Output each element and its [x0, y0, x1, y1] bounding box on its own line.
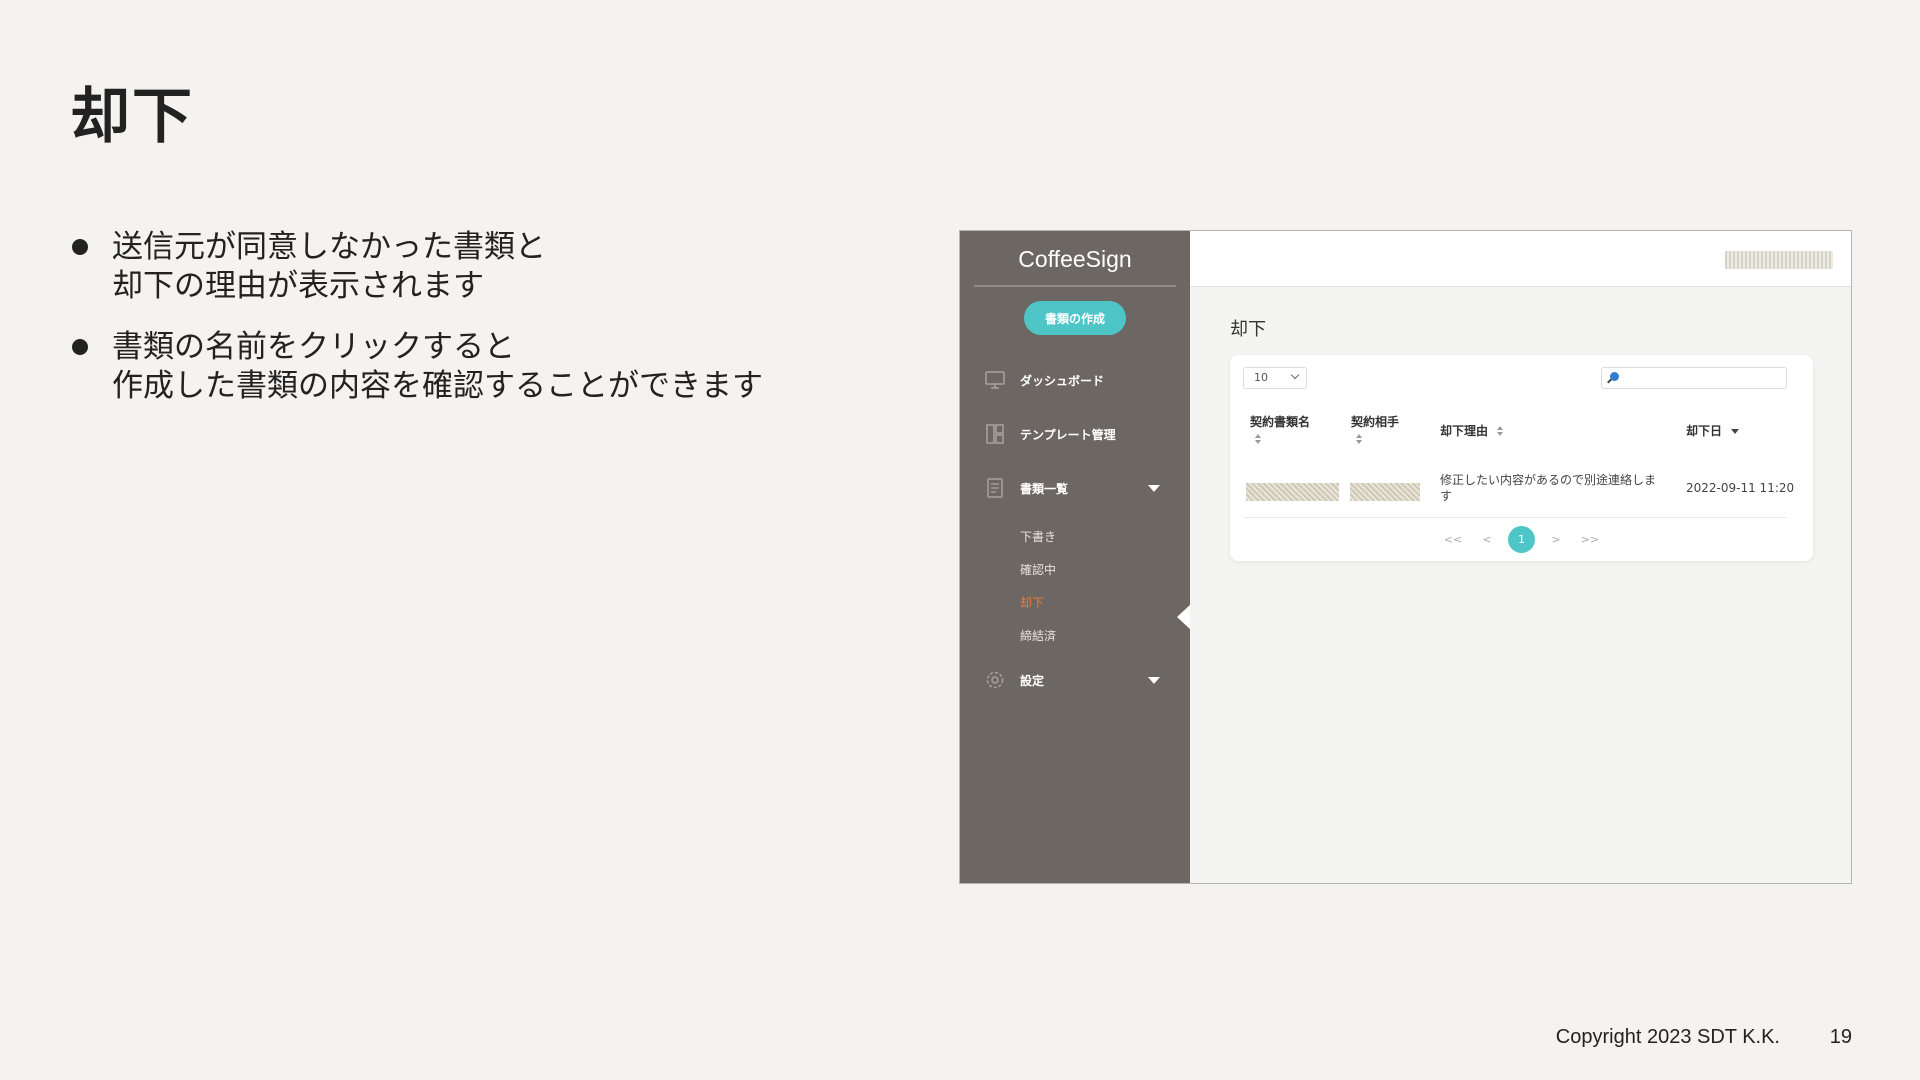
- sidebar-item-label: 書類一覧: [1020, 481, 1069, 496]
- brand-logo[interactable]: CoffeeSign: [974, 231, 1176, 287]
- sidebar-item-dashboard[interactable]: ダッシュボード: [960, 353, 1190, 407]
- sidebar-item-label: 設定: [1020, 673, 1045, 688]
- bullet-text: 作成した書類の内容を確認することができます: [112, 368, 763, 404]
- template-grid-icon: [984, 423, 1006, 445]
- row-divider: [1243, 517, 1787, 518]
- sidebar-nav: ダッシュボード テンプレート管理 書類一覧 下書き 確認中 却下 締結済 設定: [960, 353, 1190, 707]
- bullet-dot-icon: [72, 239, 88, 255]
- search-icon: [1610, 372, 1619, 381]
- bullet-item: 書類の名前をクリックすると 作成した書類の内容を確認することができます: [70, 328, 870, 406]
- bullet-item: 送信元が同意しなかった書類と 却下の理由が表示されます: [70, 228, 870, 306]
- sort-icon: [1254, 434, 1262, 445]
- caret-down-icon: [1148, 485, 1160, 492]
- app-screenshot: CoffeeSign 書類の作成 ダッシュボード テンプレート管理 書類一覧 下…: [959, 230, 1852, 884]
- monitor-icon: [984, 369, 1006, 391]
- page-heading: 却下: [1230, 319, 1266, 340]
- sort-icon: [1355, 434, 1363, 445]
- sidebar-item-label: ダッシュボード: [1020, 373, 1105, 388]
- chevron-down-icon: [1290, 370, 1300, 380]
- slide-title: 却下: [70, 82, 194, 152]
- page-size-select[interactable]: 10: [1243, 367, 1307, 389]
- pagination-current-page[interactable]: 1: [1508, 525, 1535, 553]
- search-input[interactable]: [1601, 367, 1787, 389]
- pagination-first[interactable]: <<: [1436, 533, 1470, 546]
- main-content: 却下 10 契約書類名 契約相手 却下理由 却下日 修正したい内容があるので別途…: [1190, 231, 1851, 883]
- pagination: << < 1 > >>: [1230, 525, 1813, 553]
- page-number: 19: [1829, 1026, 1852, 1048]
- subnav-item-draft[interactable]: 下書き: [1020, 521, 1190, 554]
- top-bar: [1190, 231, 1851, 287]
- subnav-item-confirming[interactable]: 確認中: [1020, 554, 1190, 587]
- bullet-dot-icon: [72, 339, 88, 355]
- subnav-item-rejected[interactable]: 却下: [1020, 587, 1190, 620]
- bullet-list: 送信元が同意しなかった書類と 却下の理由が表示されます 書類の名前をクリックする…: [70, 228, 870, 428]
- pagination-last[interactable]: >>: [1573, 533, 1607, 546]
- create-document-button[interactable]: 書類の作成: [1024, 301, 1126, 335]
- pagination-next[interactable]: >: [1539, 533, 1573, 546]
- column-header-date[interactable]: 却下日: [1686, 422, 1740, 439]
- sidebar: CoffeeSign 書類の作成 ダッシュボード テンプレート管理 書類一覧 下…: [960, 231, 1191, 883]
- reject-date: 2022-09-11 11:20: [1686, 481, 1795, 495]
- active-pointer: [1177, 604, 1191, 630]
- caret-down-icon: [1148, 677, 1160, 684]
- column-header-reason[interactable]: 却下理由: [1440, 422, 1504, 439]
- bullet-text: 却下の理由が表示されます: [112, 268, 484, 304]
- bullet-text: 書類の名前をクリックすると: [112, 329, 515, 365]
- reject-reason: 修正したい内容があるので別途連絡しま す: [1440, 473, 1657, 503]
- column-header-document-name[interactable]: 契約書類名: [1250, 413, 1310, 445]
- sidebar-item-settings[interactable]: 設定: [960, 653, 1190, 707]
- bullet-text: 送信元が同意しなかった書類と: [112, 229, 546, 265]
- document-icon: [984, 477, 1006, 499]
- copyright: Copyright 2023 SDT K.K.: [1555, 1026, 1780, 1048]
- rejected-table-card: 10 契約書類名 契約相手 却下理由 却下日 修正したい内容があるので別途連絡し…: [1230, 355, 1813, 561]
- sort-desc-icon: [1731, 429, 1740, 434]
- sidebar-item-documents[interactable]: 書類一覧: [960, 461, 1190, 515]
- sort-icon: [1496, 426, 1504, 437]
- sidebar-item-label: テンプレート管理: [1020, 427, 1116, 442]
- documents-subnav: 下書き 確認中 却下 締結済: [960, 515, 1190, 653]
- user-menu-redacted[interactable]: [1725, 251, 1833, 269]
- pagination-prev[interactable]: <: [1470, 533, 1504, 546]
- counterparty-redacted: [1350, 483, 1420, 501]
- sidebar-item-templates[interactable]: テンプレート管理: [960, 407, 1190, 461]
- gear-icon: [984, 669, 1006, 691]
- subnav-item-concluded[interactable]: 締結済: [1020, 620, 1190, 653]
- document-name-redacted[interactable]: [1246, 483, 1339, 501]
- page-size-value: 10: [1254, 371, 1268, 384]
- column-header-counterparty[interactable]: 契約相手: [1351, 413, 1399, 445]
